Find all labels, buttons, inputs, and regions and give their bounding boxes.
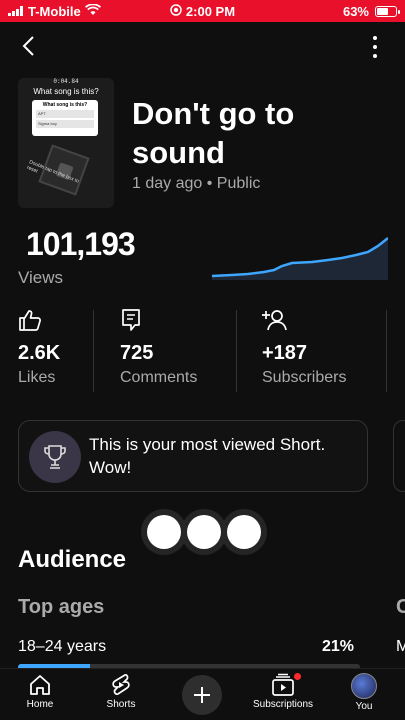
battery-icon	[375, 5, 400, 17]
views-sparkline	[212, 237, 388, 280]
video-visibility: Public	[216, 175, 261, 192]
stat-divider	[236, 310, 237, 392]
thumbnail-question: What song is this?	[33, 87, 99, 96]
thumbnail-card-title: What song is this?	[42, 102, 88, 108]
nav-you[interactable]: You	[324, 673, 404, 712]
next-section-peek: C	[396, 596, 405, 618]
video-age: 1 day ago	[132, 175, 203, 192]
signal-icon	[8, 4, 24, 19]
video-title: Don't go to sound	[132, 96, 295, 170]
video-thumbnail[interactable]: 0:04.84 What song is this? What song is …	[18, 78, 114, 208]
likes-label: Likes	[18, 369, 56, 386]
comment-icon	[120, 308, 197, 332]
trophy-icon	[29, 431, 81, 483]
recording-icon	[170, 3, 182, 19]
bottom-nav: Home Shorts Subscriptions You	[0, 668, 405, 720]
achievement-banner[interactable]: This is your most viewed Short. Wow!	[18, 420, 368, 492]
carrier-label: T-Mobile	[28, 3, 81, 19]
thumbnail-option-2: Sigma boy	[36, 120, 94, 128]
thumbnail-timestamp: 0:04.84	[53, 78, 79, 85]
meta-separator: •	[206, 175, 213, 192]
views-label: Views	[18, 268, 64, 287]
banner-text: This is your most viewed Short. Wow!	[89, 435, 326, 477]
stat-likes[interactable]: 2.6K Likes	[18, 308, 60, 392]
stat-divider	[93, 310, 94, 392]
next-row-peek: M	[396, 638, 405, 655]
top-ages-heading: Top ages	[18, 596, 105, 618]
subscriptions-icon	[272, 673, 294, 696]
stat-comments[interactable]: 725 Comments	[120, 308, 197, 392]
loading-dot	[147, 515, 181, 549]
wifi-icon	[84, 2, 101, 19]
video-meta: 1 day ago • Public	[132, 175, 260, 193]
nav-home[interactable]: Home	[0, 673, 80, 710]
views-count: 101,193	[26, 226, 135, 262]
stat-divider	[386, 310, 387, 392]
nav-subscriptions-label: Subscriptions	[252, 699, 314, 710]
subscribers-label: Subscribers	[262, 369, 347, 386]
comments-label: Comments	[120, 369, 198, 386]
stats-row: 2.6K Likes 725 Comments +187 Subscribers	[0, 308, 405, 392]
next-banner-peek[interactable]	[393, 420, 405, 492]
nav-subscriptions[interactable]: Subscriptions	[243, 673, 323, 710]
thumb-up-icon	[18, 308, 60, 332]
battery-percent: 63%	[342, 3, 369, 19]
home-icon	[30, 675, 50, 695]
comments-value: 725	[120, 342, 154, 364]
nav-you-label: You	[355, 701, 373, 712]
top-nav	[0, 30, 405, 64]
more-options-button[interactable]	[365, 36, 385, 58]
nav-shorts-label: Shorts	[106, 699, 136, 710]
back-arrow-icon	[22, 36, 34, 56]
thumbnail-quiz-card: What song is this? APT Sigma boy	[32, 100, 98, 136]
clock-time: 2:00 PM	[185, 3, 236, 19]
loading-dot	[187, 515, 221, 549]
status-bar: T-Mobile 2:00 PM 63%	[0, 0, 405, 22]
shorts-icon	[112, 674, 130, 695]
age-percent: 21%	[322, 638, 355, 655]
avatar	[351, 673, 377, 699]
likes-value: 2.6K	[18, 342, 61, 364]
audience-title: Audience	[18, 546, 127, 573]
loading-dot	[227, 515, 261, 549]
more-vert-icon	[373, 36, 377, 40]
thumbnail-option-1: APT	[36, 110, 94, 118]
subscribers-value: +187	[262, 342, 308, 364]
loading-indicator	[138, 502, 270, 562]
back-button[interactable]	[14, 32, 42, 60]
add-person-icon	[262, 308, 346, 332]
nav-shorts[interactable]: Shorts	[81, 673, 161, 710]
nav-home-label: Home	[26, 699, 54, 710]
notification-dot	[294, 673, 301, 680]
create-button[interactable]	[182, 675, 222, 715]
age-range-label: 18–24 years	[18, 638, 107, 655]
plus-icon	[194, 687, 210, 703]
stat-subscribers[interactable]: +187 Subscribers	[262, 308, 346, 392]
